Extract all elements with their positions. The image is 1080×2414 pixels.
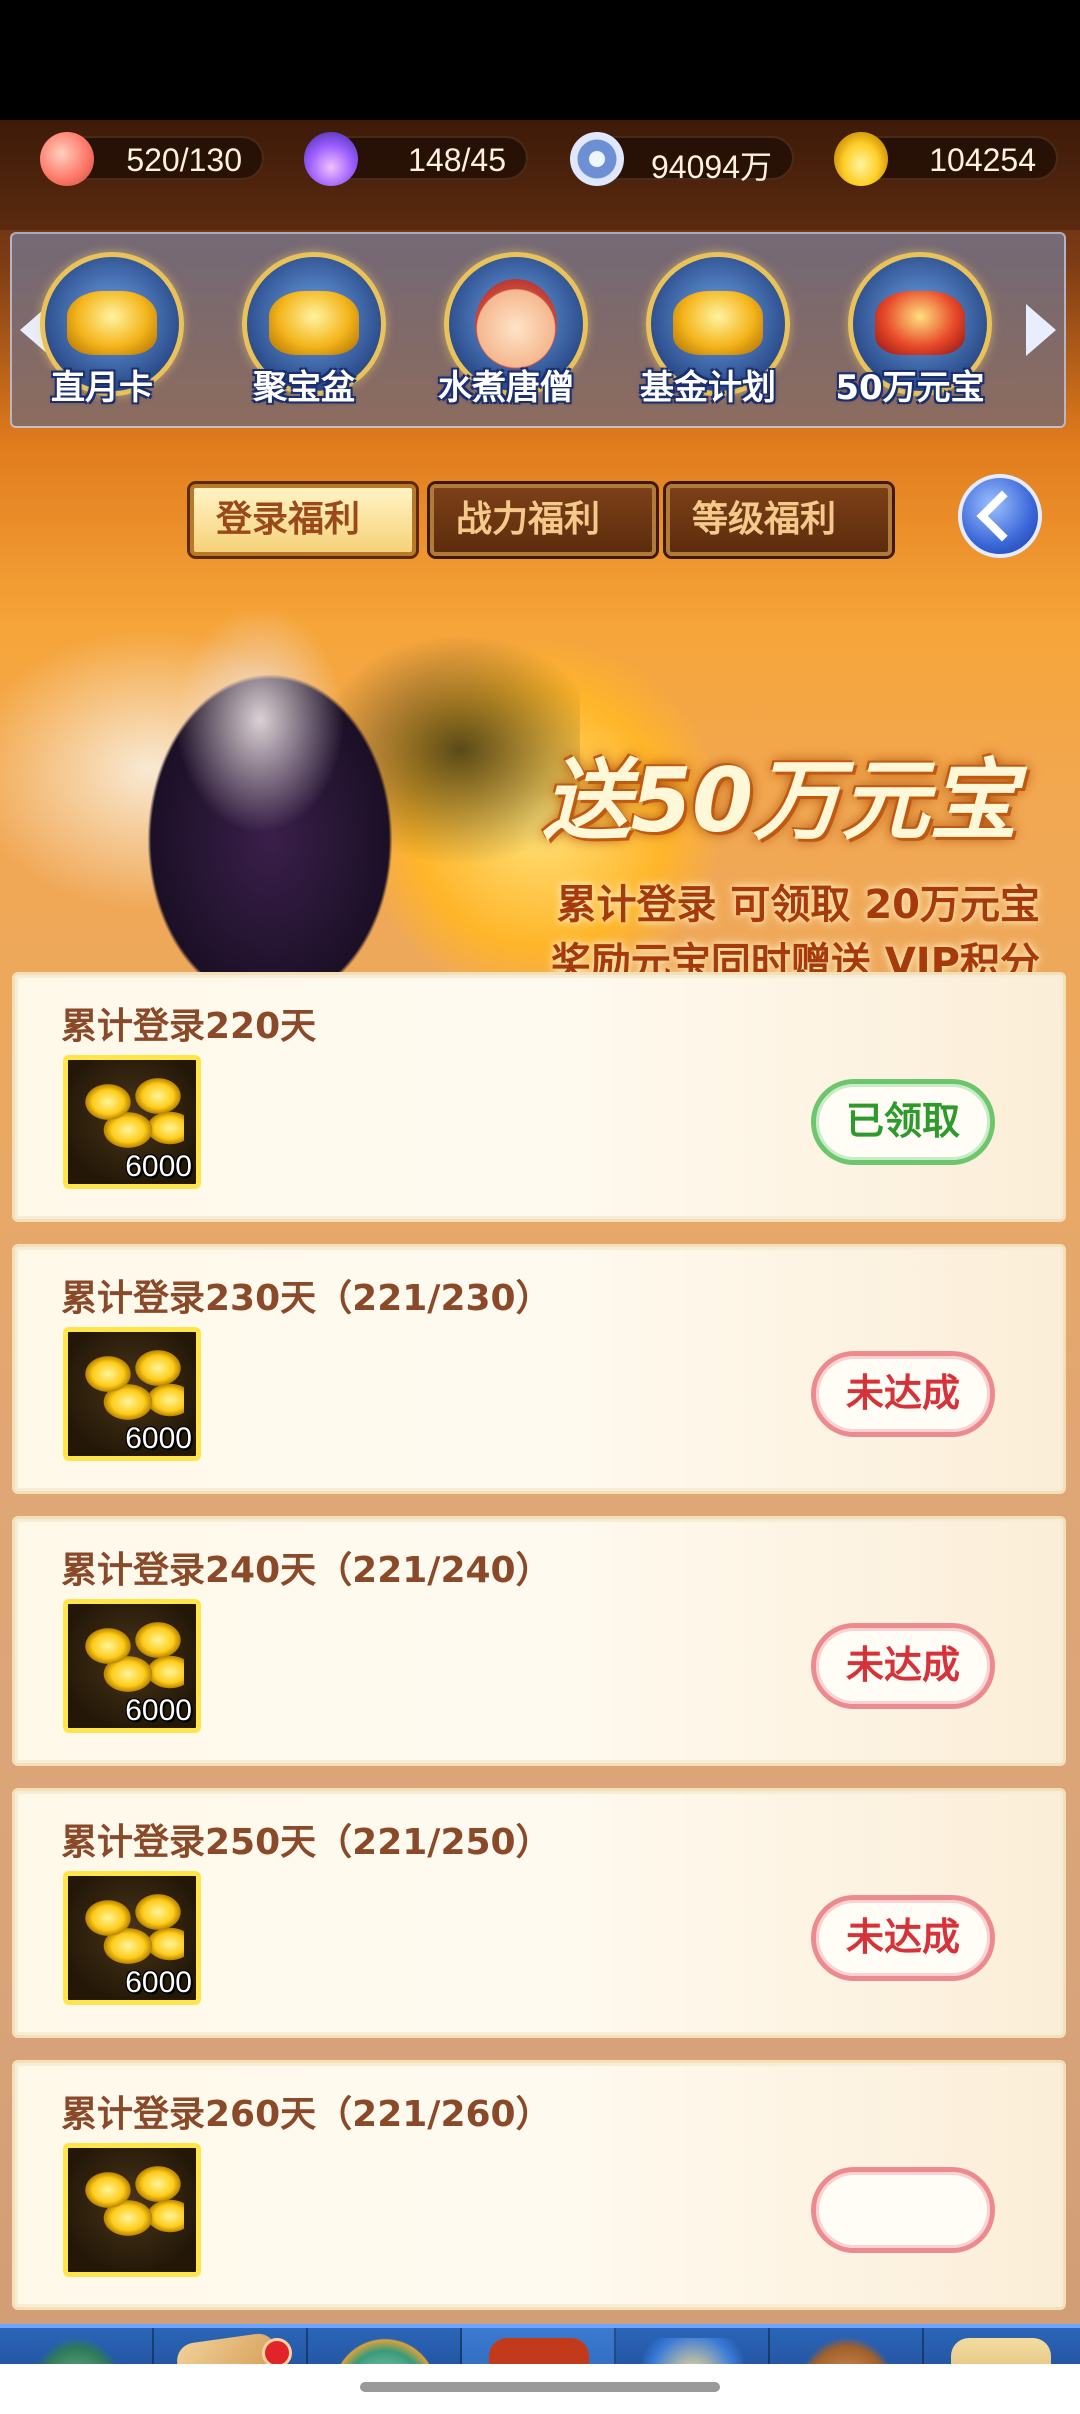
resource-spirit[interactable]: 148/45 — [304, 132, 528, 186]
banner-title: 送50万元宝 — [542, 749, 1018, 852]
not-reached-button[interactable] — [811, 2167, 995, 2253]
back-button[interactable] — [958, 474, 1042, 558]
event-label: 聚宝盆 — [253, 368, 355, 408]
gold-ingot-pile-icon — [80, 1072, 184, 1154]
event-monthly-card[interactable]: 直月卡 — [12, 252, 192, 422]
event-label: 基金计划 — [640, 368, 776, 408]
gold-ingot-icon — [834, 132, 888, 186]
carousel-right-arrow-icon[interactable] — [1026, 304, 1056, 356]
gold-ingot-pile-icon — [80, 2160, 184, 2242]
reward-item[interactable]: 6000 — [63, 1871, 201, 2005]
back-arrow-icon — [976, 490, 1028, 542]
event-fund-plan[interactable]: 基金计划 — [618, 252, 798, 422]
reward-card: 累计登录260天（221/260） — [12, 2060, 1066, 2310]
gold-ingot-pile-icon — [80, 1344, 184, 1426]
gold-ingot-pile-icon — [80, 1616, 184, 1698]
event-label: 50万元宝 — [835, 368, 985, 408]
reward-card: 累计登录240天（221/240） 6000 未达成 — [12, 1516, 1066, 1766]
home-indicator[interactable] — [360, 2382, 720, 2392]
item-quantity: 6000 — [125, 1694, 192, 1727]
not-reached-button[interactable]: 未达成 — [811, 1895, 995, 1981]
reward-title: 累计登录260天（221/260） — [61, 2094, 552, 2135]
resource-bar: 520/130 148/45 94094万 104254 — [0, 120, 1080, 230]
claimed-button[interactable]: 已领取 — [811, 1079, 995, 1165]
banner-subtitle-1: 累计登录 可领取 20万元宝 — [556, 882, 1040, 928]
event-treasure-bowl[interactable]: 聚宝盆 — [214, 252, 394, 422]
reward-item[interactable]: 6000 — [63, 1599, 201, 1733]
event-carousel: 直月卡 聚宝盆 水煮唐僧 基金计划 50万元宝 — [10, 232, 1066, 428]
reward-item[interactable]: 6000 — [63, 1055, 201, 1189]
event-label: 直月卡 — [51, 368, 153, 408]
copper-coin-icon — [570, 132, 624, 186]
gold-ingot-pile-icon — [80, 1888, 184, 1970]
reward-item[interactable]: 6000 — [63, 1327, 201, 1461]
resource-value: 148/45 — [408, 142, 506, 178]
resource-value: 104254 — [929, 142, 1036, 178]
event-monk[interactable]: 水煮唐僧 — [416, 252, 596, 422]
item-quantity: 6000 — [125, 1422, 192, 1455]
resource-peach[interactable]: 520/130 — [40, 132, 264, 186]
reward-title: 累计登录220天 — [61, 1006, 317, 1047]
not-reached-button[interactable]: 未达成 — [811, 1623, 995, 1709]
resource-value: 520/130 — [126, 142, 242, 178]
reward-card: 累计登录220天 6000 已领取 — [12, 972, 1066, 1222]
tab-level-welfare[interactable]: 等级福利 — [666, 484, 892, 556]
welfare-page: 520/130 148/45 94094万 104254 直月卡 聚宝盆 水煮唐… — [0, 120, 1080, 2414]
reward-title: 累计登录240天（221/240） — [61, 1550, 552, 1591]
item-quantity: 6000 — [125, 1150, 192, 1183]
resource-value: 94094万 — [651, 149, 772, 185]
reward-card: 累计登录250天（221/250） 6000 未达成 — [12, 1788, 1066, 2038]
event-label: 水煮唐僧 — [438, 368, 574, 408]
reward-title: 累计登录250天（221/250） — [61, 1822, 552, 1863]
spirit-flame-icon — [304, 132, 358, 186]
resource-coin[interactable]: 94094万 — [570, 132, 794, 186]
reward-title: 累计登录230天（221/230） — [61, 1278, 552, 1319]
peach-icon — [40, 132, 94, 186]
resource-ingot[interactable]: 104254 — [834, 132, 1058, 186]
status-bar — [0, 0, 1080, 120]
item-quantity: 6000 — [125, 1966, 192, 1999]
reward-item[interactable] — [63, 2143, 201, 2277]
reward-card: 累计登录230天（221/230） 6000 未达成 — [12, 1244, 1066, 1494]
not-reached-button[interactable]: 未达成 — [811, 1351, 995, 1437]
event-gift-chest[interactable]: 50万元宝 — [820, 252, 1000, 422]
